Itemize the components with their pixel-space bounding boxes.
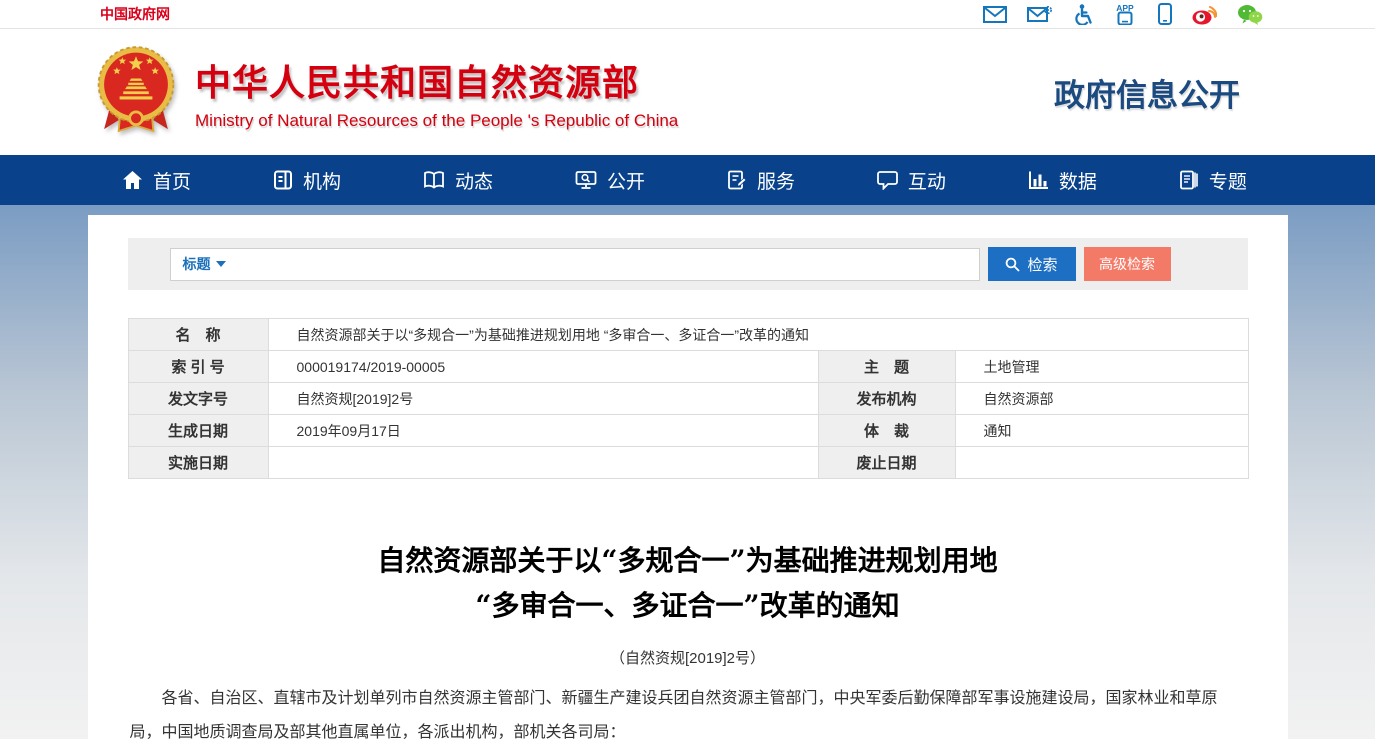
ministry-title-cn: 中华人民共和国自然资源部 bbox=[195, 54, 678, 106]
monitor-icon bbox=[575, 170, 597, 190]
app-download-icon[interactable]: APP bbox=[1112, 3, 1138, 25]
mail-subscribe-icon[interactable] bbox=[1027, 5, 1053, 24]
topbar-icon-group: APP bbox=[983, 3, 1263, 25]
table-row: 名 称 自然资源部关于以“多规合一”为基础推进规划用地 “多审合一、多证合一”改… bbox=[128, 319, 1248, 351]
wechat-icon[interactable] bbox=[1237, 4, 1263, 25]
meta-label-index: 索 引 号 bbox=[128, 351, 268, 383]
page-background: 标题 检索 高级检索 名 称 自然资源部关于以“多规合一”为基础推进规划用地 “… bbox=[0, 205, 1375, 739]
journal-icon bbox=[1179, 170, 1199, 190]
table-row: 发文字号 自然资规[2019]2号 发布机构 自然资源部 bbox=[128, 383, 1248, 415]
national-emblem bbox=[95, 45, 177, 140]
meta-value-subject: 土地管理 bbox=[955, 351, 1248, 383]
bar-chart-icon bbox=[1028, 170, 1049, 190]
top-utility-bar: 中国政府网 APP bbox=[0, 0, 1375, 29]
search-icon bbox=[1005, 257, 1020, 272]
search-field-dropdown[interactable]: 标题 bbox=[183, 254, 226, 274]
nav-item-disclosure[interactable]: 公开 bbox=[575, 167, 645, 194]
gov-portal-link[interactable]: 中国政府网 bbox=[100, 4, 170, 24]
table-row: 索 引 号 000019174/2019-00005 主 题 土地管理 bbox=[128, 351, 1248, 383]
meta-label-effective-date: 实施日期 bbox=[128, 447, 268, 479]
meta-value-repeal-date bbox=[955, 447, 1248, 479]
meta-value-effective-date bbox=[268, 447, 818, 479]
search-bar: 标题 检索 高级检索 bbox=[128, 238, 1248, 290]
nav-item-data[interactable]: 数据 bbox=[1028, 167, 1097, 194]
nav-item-special-topics[interactable]: 专题 bbox=[1179, 167, 1247, 194]
meta-label-issuer: 发布机构 bbox=[818, 383, 955, 415]
organization-icon bbox=[273, 170, 293, 190]
ministry-title-en: Ministry of Natural Resources of the Peo… bbox=[195, 111, 678, 131]
document-title: 自然资源部关于以“多规合一”为基础推进规划用地 “多审合一、多证合一”改革的通知 bbox=[88, 539, 1288, 629]
content-card: 标题 检索 高级检索 名 称 自然资源部关于以“多规合一”为基础推进规划用地 “… bbox=[88, 215, 1288, 739]
document-body-paragraph: 各省、自治区、直辖市及计划单列市自然资源主管部门、新疆生产建设兵团自然资源主管部… bbox=[130, 682, 1246, 739]
nav-item-news[interactable]: 动态 bbox=[423, 167, 493, 194]
meta-label-repeal-date: 废止日期 bbox=[818, 447, 955, 479]
document-title-line1: 自然资源部关于以“多规合一”为基础推进规划用地 bbox=[88, 539, 1288, 584]
section-title-gov-info: 政府信息公开 bbox=[1054, 70, 1240, 115]
site-title-block: 中华人民共和国自然资源部 Ministry of Natural Resourc… bbox=[195, 54, 678, 131]
weibo-icon[interactable] bbox=[1192, 4, 1217, 25]
advanced-search-button[interactable]: 高级检索 bbox=[1084, 247, 1171, 281]
search-input[interactable] bbox=[241, 251, 975, 278]
document-pen-icon bbox=[727, 170, 747, 190]
meta-value-genre: 通知 bbox=[955, 415, 1248, 447]
meta-value-name: 自然资源部关于以“多规合一”为基础推进规划用地 “多审合一、多证合一”改革的通知 bbox=[268, 319, 1248, 351]
document-title-line2: “多审合一、多证合一”改革的通知 bbox=[88, 584, 1288, 629]
document-metadata-table: 名 称 自然资源部关于以“多规合一”为基础推进规划用地 “多审合一、多证合一”改… bbox=[128, 318, 1249, 479]
nav-item-home[interactable]: 首页 bbox=[122, 167, 191, 194]
nav-item-organization[interactable]: 机构 bbox=[273, 167, 341, 194]
table-row: 实施日期 废止日期 bbox=[128, 447, 1248, 479]
document-number: （自然资规[2019]2号） bbox=[88, 647, 1288, 668]
meta-label-genre: 体 裁 bbox=[818, 415, 955, 447]
meta-value-index: 000019174/2019-00005 bbox=[268, 351, 818, 383]
nav-item-interaction[interactable]: 互动 bbox=[877, 167, 946, 194]
meta-value-date-created: 2019年09月17日 bbox=[268, 415, 818, 447]
news-book-icon bbox=[423, 170, 445, 190]
chat-bubble-icon bbox=[877, 170, 898, 190]
main-nav: 首页 机构 动态 公开 服务 互动 数据 专题 bbox=[0, 155, 1375, 205]
meta-value-doc-number: 自然资规[2019]2号 bbox=[268, 383, 818, 415]
meta-label-doc-number: 发文字号 bbox=[128, 383, 268, 415]
meta-value-issuer: 自然资源部 bbox=[955, 383, 1248, 415]
accessibility-icon[interactable] bbox=[1073, 4, 1092, 25]
site-header: 中华人民共和国自然资源部 Ministry of Natural Resourc… bbox=[0, 29, 1375, 155]
mail-icon[interactable] bbox=[983, 6, 1007, 23]
home-icon bbox=[122, 170, 143, 190]
meta-label-date-created: 生成日期 bbox=[128, 415, 268, 447]
mobile-icon[interactable] bbox=[1158, 3, 1172, 25]
table-row: 生成日期 2019年09月17日 体 裁 通知 bbox=[128, 415, 1248, 447]
meta-label-name: 名 称 bbox=[128, 319, 268, 351]
meta-label-subject: 主 题 bbox=[818, 351, 955, 383]
search-input-container: 标题 bbox=[170, 248, 980, 281]
chevron-down-icon bbox=[216, 261, 226, 267]
search-button[interactable]: 检索 bbox=[988, 247, 1076, 281]
nav-item-services[interactable]: 服务 bbox=[727, 167, 795, 194]
